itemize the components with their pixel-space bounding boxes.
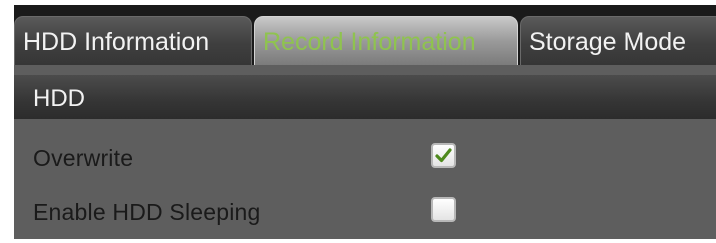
hdd-settings-window: HDD Information Record Information Stora… [14,5,716,239]
enable-hdd-sleeping-checkbox[interactable] [431,197,456,222]
overwrite-row: Overwrite [14,137,716,181]
tab-bar: HDD Information Record Information Stora… [14,5,716,65]
tab-storage-mode[interactable]: Storage Mode [520,16,716,65]
tab-hdd-information[interactable]: HDD Information [14,16,252,65]
overwrite-checkbox[interactable] [431,143,456,168]
tab-record-information[interactable]: Record Information [254,16,518,65]
enable-hdd-sleeping-label: Enable HDD Sleeping [33,199,261,225]
section-title: HDD [33,85,85,112]
enable-hdd-sleeping-row: Enable HDD Sleeping [14,191,716,235]
tab-storage-mode-label: Storage Mode [529,28,687,56]
tab-hdd-information-label: HDD Information [23,28,210,56]
section-header-hdd: HDD [14,75,716,119]
tab-record-information-label: Record Information [263,28,476,56]
checkmark-icon [435,148,452,163]
overwrite-label: Overwrite [33,145,134,171]
settings-panel: HDD Overwrite Enable HDD Sleeping [14,65,716,239]
